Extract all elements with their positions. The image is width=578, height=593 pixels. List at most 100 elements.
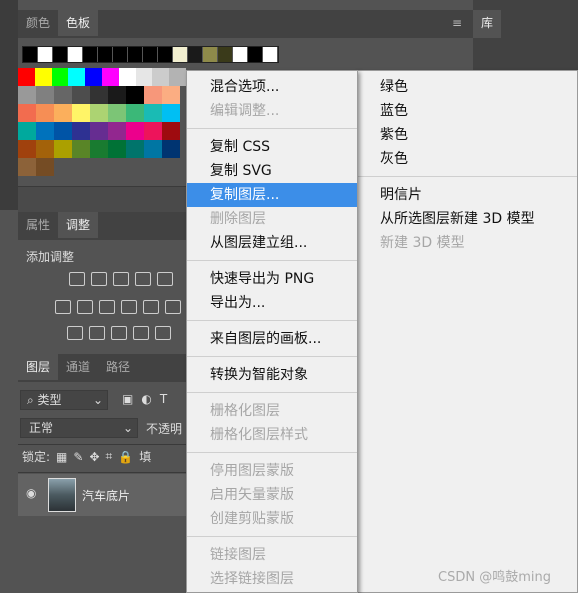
- swatch[interactable]: [51, 68, 69, 86]
- threshold-icon[interactable]: [111, 326, 127, 340]
- type-filter-icon[interactable]: T: [160, 392, 167, 406]
- swatch[interactable]: [36, 104, 54, 122]
- swatch[interactable]: [18, 158, 36, 176]
- swatch[interactable]: [233, 47, 248, 62]
- menu-item[interactable]: 来自图层的画板...: [187, 327, 357, 351]
- swatch[interactable]: [162, 122, 180, 140]
- swatch[interactable]: [143, 47, 158, 62]
- lock-paint-icon[interactable]: ✎: [73, 450, 83, 464]
- tab-swatches[interactable]: 色板: [58, 10, 99, 36]
- brightness-icon[interactable]: [69, 272, 85, 286]
- menu-item[interactable]: 导出为...: [187, 291, 357, 315]
- photo-filter-icon[interactable]: [121, 300, 137, 314]
- invert-icon[interactable]: [67, 326, 83, 340]
- swatch[interactable]: [72, 140, 90, 158]
- swatch[interactable]: [158, 47, 173, 62]
- swatch[interactable]: [90, 104, 108, 122]
- posterize-icon[interactable]: [89, 326, 105, 340]
- lock-artboard-icon[interactable]: ⌗: [106, 449, 113, 464]
- menu-item[interactable]: 从图层建立组...: [187, 231, 357, 255]
- tab-library[interactable]: 库: [473, 10, 502, 38]
- swatch[interactable]: [108, 86, 126, 104]
- swatch[interactable]: [144, 86, 162, 104]
- vibrance-icon[interactable]: [157, 272, 173, 286]
- menu-item[interactable]: 混合选项...: [187, 75, 357, 99]
- visibility-eye-icon[interactable]: ◉: [26, 486, 36, 500]
- tab-properties[interactable]: 属性: [18, 212, 58, 238]
- swatch[interactable]: [162, 104, 180, 122]
- swatch[interactable]: [90, 140, 108, 158]
- swatch[interactable]: [18, 68, 35, 86]
- tab-channels[interactable]: 通道: [58, 354, 98, 380]
- swatch[interactable]: [54, 140, 72, 158]
- swatch[interactable]: [218, 47, 233, 62]
- panel-menu-icon[interactable]: ≡: [452, 16, 462, 30]
- swatch[interactable]: [128, 47, 143, 62]
- swatch[interactable]: [34, 68, 52, 86]
- swatch[interactable]: [126, 104, 144, 122]
- exposure-icon[interactable]: [135, 272, 151, 286]
- swatch[interactable]: [54, 86, 72, 104]
- swatch[interactable]: [162, 140, 180, 158]
- swatch[interactable]: [152, 68, 170, 86]
- black-white-icon[interactable]: [99, 300, 115, 314]
- swatch[interactable]: [36, 122, 54, 140]
- layer-row[interactable]: ◉ 汽车底片: [18, 474, 188, 516]
- swatch[interactable]: [108, 140, 126, 158]
- menu-item[interactable]: 复制 SVG: [187, 159, 357, 183]
- lock-position-icon[interactable]: ✥: [89, 450, 99, 464]
- layer-filter-select[interactable]: ⌕ 类型 ⌄: [20, 390, 108, 410]
- swatch[interactable]: [83, 47, 98, 62]
- swatch[interactable]: [23, 47, 38, 62]
- gradient-map-icon[interactable]: [155, 326, 171, 340]
- swatch[interactable]: [36, 86, 54, 104]
- swatch[interactable]: [38, 47, 53, 62]
- layer-name[interactable]: 汽车底片: [82, 487, 130, 504]
- tab-layers[interactable]: 图层: [18, 354, 59, 380]
- menu-item[interactable]: 从所选图层新建 3D 模型: [357, 207, 577, 231]
- menu-item[interactable]: 灰色: [357, 147, 577, 171]
- swatch[interactable]: [36, 140, 54, 158]
- swatch[interactable]: [108, 122, 126, 140]
- swatch[interactable]: [68, 68, 86, 86]
- swatch[interactable]: [85, 68, 102, 86]
- swatch[interactable]: [90, 86, 108, 104]
- swatch[interactable]: [72, 86, 90, 104]
- tab-paths[interactable]: 路径: [98, 354, 138, 380]
- swatch[interactable]: [126, 122, 144, 140]
- swatch[interactable]: [203, 47, 218, 62]
- lock-all-icon[interactable]: 🔒: [118, 450, 133, 464]
- swatch[interactable]: [169, 68, 186, 86]
- selective-color-icon[interactable]: [133, 326, 149, 340]
- swatch[interactable]: [54, 122, 72, 140]
- menu-item[interactable]: 明信片: [357, 183, 577, 207]
- swatch[interactable]: [126, 140, 144, 158]
- tab-color[interactable]: 颜色: [18, 10, 58, 36]
- levels-icon[interactable]: [91, 272, 107, 286]
- swatch[interactable]: [113, 47, 128, 62]
- swatch[interactable]: [98, 47, 113, 62]
- color-lookup-icon[interactable]: [165, 300, 181, 314]
- swatch[interactable]: [54, 104, 72, 122]
- color-balance-icon[interactable]: [77, 300, 93, 314]
- swatch[interactable]: [135, 68, 153, 86]
- swatch[interactable]: [18, 104, 36, 122]
- swatch[interactable]: [18, 140, 36, 158]
- swatch[interactable]: [162, 86, 180, 104]
- menu-item[interactable]: 复制 CSS: [187, 135, 357, 159]
- swatch[interactable]: [72, 122, 90, 140]
- swatch[interactable]: [101, 68, 119, 86]
- swatch[interactable]: [68, 47, 83, 62]
- swatch[interactable]: [108, 104, 126, 122]
- swatch[interactable]: [144, 122, 162, 140]
- curves-icon[interactable]: [113, 272, 129, 286]
- swatch[interactable]: [90, 122, 108, 140]
- adjustment-filter-icon[interactable]: ◐: [141, 392, 151, 406]
- swatch[interactable]: [36, 158, 54, 176]
- swatch[interactable]: [72, 104, 90, 122]
- blend-mode-select[interactable]: 正常 ⌄: [20, 418, 138, 438]
- swatch[interactable]: [126, 86, 144, 104]
- menu-item[interactable]: 绿色: [357, 75, 577, 99]
- swatch[interactable]: [18, 86, 36, 104]
- menu-item[interactable]: 复制图层...: [187, 183, 357, 207]
